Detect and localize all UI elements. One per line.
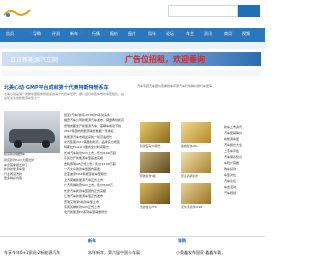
car-image-caption: 别克新款越野车 [4,152,26,156]
ad-strip [2,70,261,76]
photo-thumb[interactable] [140,122,170,143]
site-logo[interactable] [2,4,32,17]
news-list: 别克(汽车)新闻-2018款S系列头条 福田汽车公司新能源汽车发布，销量再创新高… [64,113,134,216]
sub-nav-item[interactable]: 跑车 [204,30,210,34]
photo-caption: 新款宝马X5曝光 [140,144,161,148]
left-news-list: 别克新款SUV大图出炉 车企首季报出炉了 新款新能源车型 行业再度洗牌 更多精彩… [4,158,60,181]
photo-thumb[interactable] [181,183,211,204]
headline-summary: 北美心动是第一次被中国媒体所报道的第十代新车型号，据介绍与中国车市新车型相比，是… [4,92,125,100]
footer-link[interactable]: 小奥鑫发布国家·鑫鑫车载， [176,250,225,256]
right-ad-text[interactable]: 汽车专题汽车报价查看新车评测汽车行情降价排行车型库 [137,84,212,88]
list-item[interactable]: 汽车视频 [224,190,262,196]
car-wheel [42,140,50,148]
photo-caption: 沃尔沃新款XC90 [181,205,203,209]
sub-nav-item[interactable]: 自主 [80,30,86,34]
sub-nav-item[interactable]: MPV [150,30,156,34]
sub-nav-item[interactable]: SUV [128,30,134,34]
photo-thumb[interactable] [140,183,170,204]
nav-item-owner[interactable]: 车主 [186,31,194,37]
headline-title[interactable]: 北美心动·GMP平台成就第十代奥特斯特轿系车 [4,84,109,91]
photo-thumb[interactable] [140,152,170,173]
footer-link[interactable]: 车享今年6+1家网·2新能源汽车 [4,250,60,256]
footer-link[interactable]: 本年新车，第六届中国卡车展 [88,250,140,256]
photo-thumb[interactable] [181,122,211,143]
photo-thumb[interactable] [181,152,211,173]
nav-item-price[interactable]: 报价 [110,31,118,37]
sub-nav-item[interactable]: 豪华 [104,30,110,34]
sub-nav-item[interactable]: 国产 [6,30,12,34]
nav-item-market[interactable]: 行情 [92,31,100,37]
photo-caption: 奔驰新款S级 [140,174,156,178]
list-item[interactable]: 北汽新能源EU系列车型销量增长 [64,210,134,215]
section-title-guide[interactable]: 导购 [178,238,186,244]
right-link-list: 新车上市资讯 汽车促销降价 新能源车型 汽车报价大全 二手车评估 汽车保养知识 … [224,124,262,196]
sub-nav-item[interactable]: 进口 [30,30,36,34]
ad-banner-left-text: 日日新能源汽车网 [10,57,59,64]
search-input[interactable] [168,5,238,17]
photo-caption: 凯迪拉克CT6 [140,205,157,209]
section-title-newcar[interactable]: 新车 [88,238,96,244]
sub-nav-bar [0,42,265,49]
sub-nav-item[interactable]: 新能源 [174,30,183,34]
sub-nav-item[interactable]: 微型 [228,30,234,34]
nav-item-newcar[interactable]: 新车 [70,31,78,37]
photo-caption: 奥迪新款A8L [181,144,198,148]
nav-item-forum[interactable]: 论坛 [166,31,174,37]
list-item[interactable]: 更多精彩内容 [4,176,60,181]
search-button[interactable] [238,5,260,17]
photo-caption: 雷克萨斯新款 [181,174,198,178]
section-divider [0,236,265,245]
sub-nav-item[interactable]: 合资 [54,30,60,34]
ad-banner-text: 广告位招租，欢迎垂询 [125,55,205,64]
nav-item-video[interactable]: 视频 [242,31,250,37]
car-wheel [14,140,22,148]
